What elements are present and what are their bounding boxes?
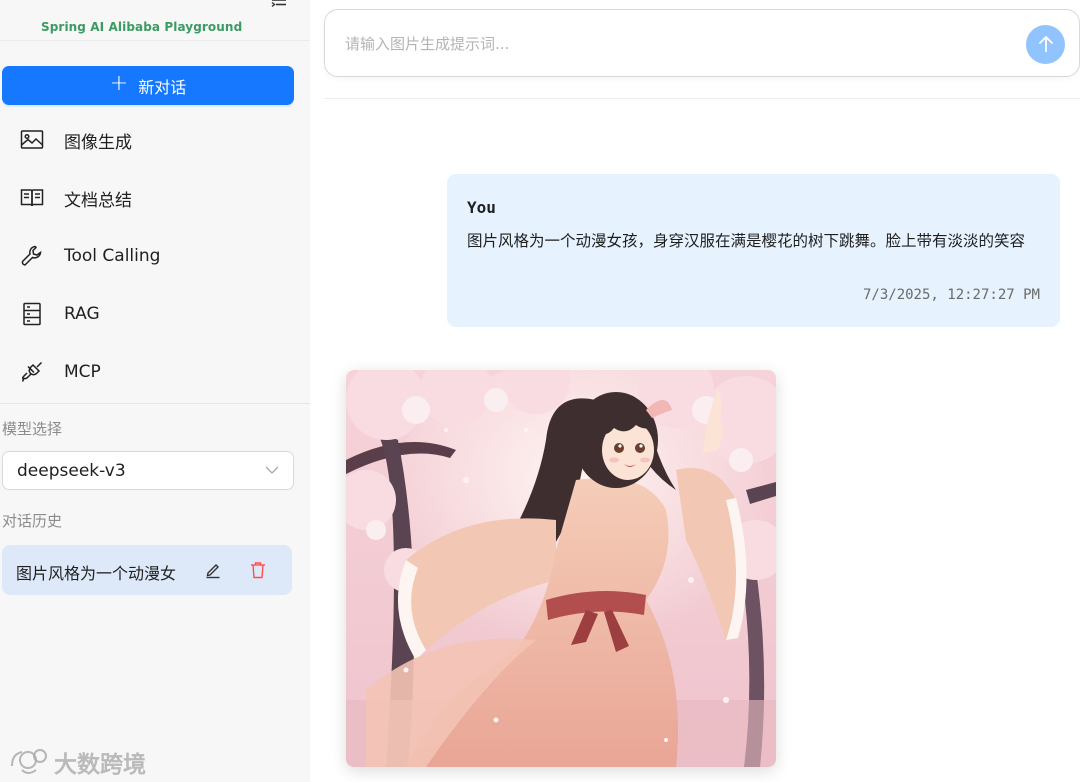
new-chat-label: 新对话	[138, 77, 187, 97]
chevron-down-icon	[265, 466, 279, 474]
message-sender: You	[467, 198, 496, 217]
app-root: Spring AI Alibaba Playground + 新对话 图像生成	[0, 0, 1080, 782]
history-item[interactable]: 图片风格为一个动漫女	[2, 545, 292, 595]
sidebar-item-tool-calling[interactable]: Tool Calling	[0, 228, 310, 284]
history-item-title: 图片风格为一个动漫女	[16, 564, 177, 583]
prompt-box	[324, 9, 1080, 77]
sidebar-item-label: 图像生成	[64, 132, 132, 153]
model-select[interactable]: deepseek-v3	[2, 451, 294, 490]
sidebar-item-label: 文档总结	[64, 190, 132, 211]
divider	[0, 403, 310, 404]
main-panel: You 图片风格为一个动漫女孩，身穿汉服在满是樱花的树下跳舞。脸上带有淡淡的笑容…	[310, 0, 1080, 782]
app-title: Spring AI Alibaba Playground	[41, 20, 243, 34]
model-section-label: 模型选择	[2, 420, 63, 438]
generated-image[interactable]	[346, 370, 776, 767]
sidebar-item-image-generation[interactable]: 图像生成	[0, 112, 310, 168]
collapse-sidebar-icon[interactable]	[270, 0, 290, 10]
sidebar-item-label: MCP	[64, 362, 101, 382]
user-message: You 图片风格为一个动漫女孩，身穿汉服在满是樱花的树下跳舞。脸上带有淡淡的笑容…	[447, 174, 1060, 327]
watermark: 大数跨境	[8, 746, 146, 778]
logo-icon	[88, 0, 168, 6]
prompt-input[interactable]	[345, 33, 1005, 55]
plus-icon: +	[109, 71, 129, 96]
book-icon	[20, 189, 44, 207]
send-button[interactable]	[1026, 25, 1065, 64]
logo-area: Spring AI Alibaba Playground	[0, 0, 310, 40]
divider	[0, 40, 310, 41]
watermark-text: 大数跨境	[54, 752, 146, 778]
watermark-logo-icon	[11, 749, 47, 774]
sidebar-item-rag[interactable]: RAG	[0, 286, 310, 342]
generated-image-illustration	[346, 370, 776, 767]
sidebar: Spring AI Alibaba Playground + 新对话 图像生成	[0, 0, 310, 782]
sidebar-item-mcp[interactable]: MCP	[0, 344, 310, 400]
plug-icon	[21, 361, 43, 382]
edit-icon[interactable]	[204, 561, 222, 579]
sidebar-item-doc-summary[interactable]: 文档总结	[0, 170, 310, 226]
divider	[324, 98, 1080, 99]
sidebar-item-label: Tool Calling	[64, 246, 161, 266]
wrench-icon	[21, 245, 42, 266]
history-section-label: 对话历史	[2, 512, 63, 530]
message-content: 图片风格为一个动漫女孩，身穿汉服在满是樱花的树下跳舞。脸上带有淡淡的笑容	[467, 232, 1026, 250]
new-chat-button[interactable]: + 新对话	[2, 66, 294, 105]
delete-icon[interactable]	[249, 561, 267, 579]
arrow-up-icon	[1038, 35, 1054, 52]
sidebar-item-label: RAG	[64, 304, 100, 324]
image-icon	[20, 130, 44, 149]
database-icon	[23, 302, 41, 326]
model-select-value: deepseek-v3	[17, 460, 126, 481]
message-timestamp: 7/3/2025, 12:27:27 PM	[862, 287, 1040, 303]
